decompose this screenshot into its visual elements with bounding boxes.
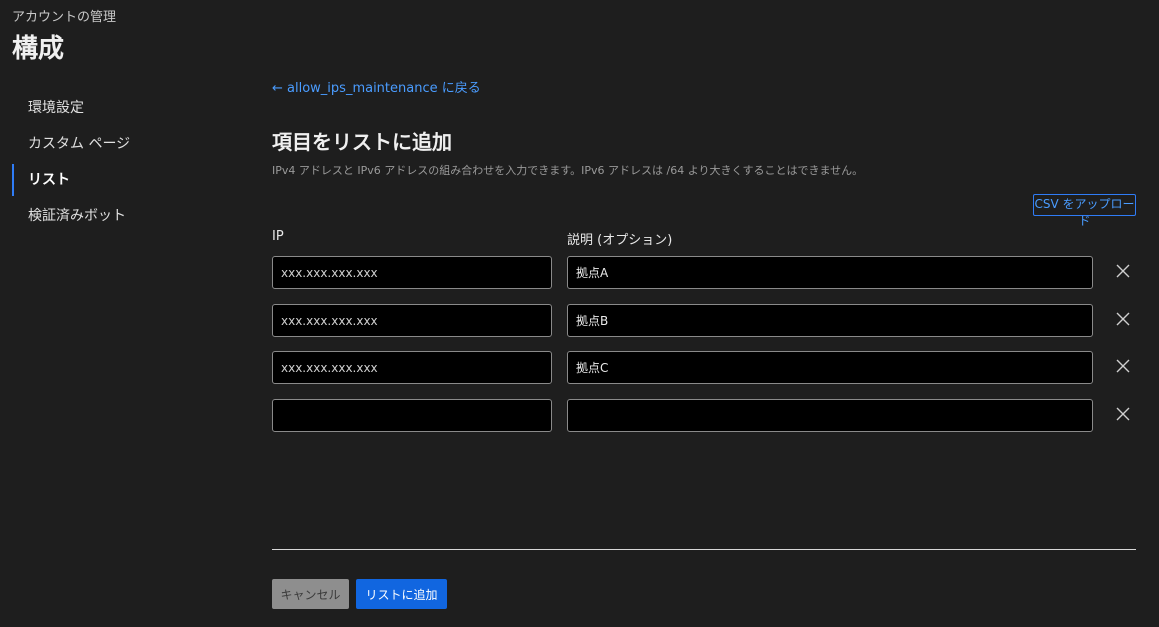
remove-row-button[interactable]	[1112, 403, 1134, 425]
sidebar-item-verified-bots[interactable]: 検証済みボット	[12, 198, 212, 234]
list-item-row	[272, 399, 1142, 432]
divider	[272, 549, 1136, 550]
description-input[interactable]	[567, 304, 1093, 337]
ip-input[interactable]	[272, 351, 552, 384]
description-input[interactable]	[567, 399, 1093, 432]
section-label: アカウントの管理	[12, 10, 117, 25]
remove-row-button[interactable]	[1112, 260, 1134, 282]
description-input[interactable]	[567, 256, 1093, 289]
remove-row-button[interactable]	[1112, 355, 1134, 377]
ip-input[interactable]	[272, 399, 552, 432]
sidebar-item-custom-pages[interactable]: カスタム ページ	[12, 126, 212, 162]
form-description: IPv4 アドレスと IPv6 アドレスの組み合わせを入力できます。IPv6 ア…	[272, 164, 864, 177]
page-title: 構成	[12, 34, 65, 64]
close-icon	[1116, 264, 1130, 278]
upload-csv-button[interactable]: CSV をアップロード	[1033, 194, 1136, 228]
list-item-row	[272, 256, 1142, 289]
sidebar-item-settings[interactable]: 環境設定	[12, 90, 212, 126]
ip-column-header: IP	[272, 229, 284, 244]
list-item-row	[272, 304, 1142, 337]
sidebar: 環境設定 カスタム ページ リスト 検証済みボット	[12, 90, 212, 234]
cancel-button[interactable]: キャンセル	[272, 579, 349, 609]
add-to-list-button[interactable]: リストに追加	[356, 579, 447, 609]
list-item-row	[272, 351, 1142, 384]
description-input[interactable]	[567, 351, 1093, 384]
ip-input[interactable]	[272, 256, 552, 289]
sidebar-item-lists[interactable]: リスト	[12, 162, 212, 198]
description-column-header: 説明 (オプション)	[567, 233, 673, 248]
form-title: 項目をリストに追加	[272, 130, 452, 154]
close-icon	[1116, 359, 1130, 373]
remove-row-button[interactable]	[1112, 308, 1134, 330]
back-link[interactable]: ← allow_ips_maintenance に戻る	[272, 77, 481, 96]
ip-input[interactable]	[272, 304, 552, 337]
close-icon	[1116, 312, 1130, 326]
close-icon	[1116, 407, 1130, 421]
